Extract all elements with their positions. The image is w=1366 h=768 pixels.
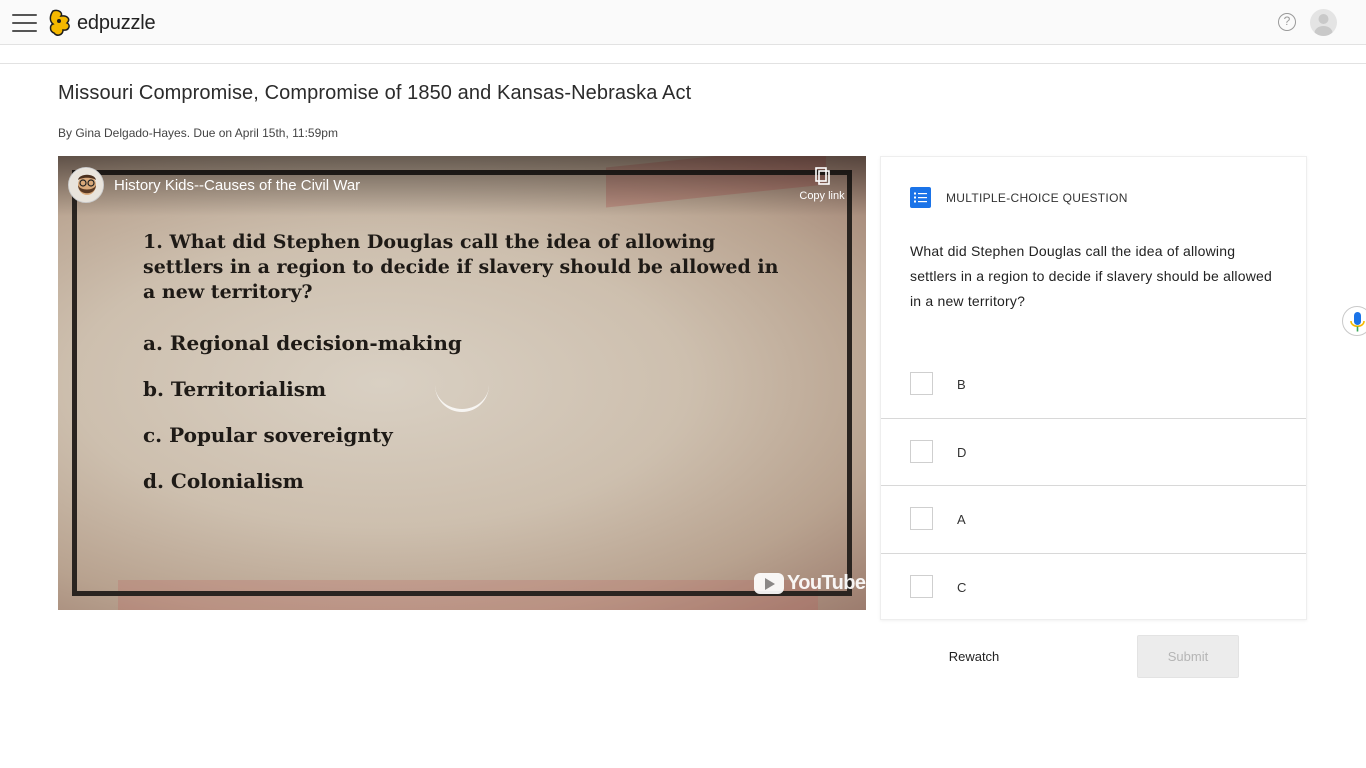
youtube-play-icon [754, 573, 784, 594]
user-silhouette-icon [1314, 14, 1333, 36]
copy-icon [815, 167, 830, 185]
answer-option[interactable]: A [881, 486, 1306, 554]
copy-link-button[interactable]: Copy link [792, 166, 852, 202]
answer-options: B D A C [881, 351, 1306, 621]
slide-question: 1. What did Stephen Douglas call the ide… [143, 231, 779, 303]
submit-button[interactable]: Submit [1137, 635, 1239, 678]
rewatch-button[interactable]: Rewatch [933, 645, 1015, 669]
copy-link-label: Copy link [799, 190, 845, 202]
sub-navigation-bar [0, 45, 1366, 64]
slide-option-c: c. Popular sovereignty [143, 423, 393, 447]
video-player[interactable]: History Kids--Causes of the Civil War Co… [58, 156, 866, 610]
top-navigation-bar: edpuzzle ? [0, 0, 1366, 45]
answer-option-label: D [957, 444, 967, 460]
question-panel: MULTIPLE-CHOICE QUESTION What did Stephe… [880, 156, 1307, 620]
answer-checkbox[interactable] [910, 574, 933, 598]
assignment-byline: By Gina Delgado-Hayes. Due on April 15th… [58, 126, 338, 140]
question-type-header: MULTIPLE-CHOICE QUESTION [910, 187, 1128, 208]
checklist-icon [910, 187, 931, 208]
slide-option-a: a. Regional decision-making [143, 331, 462, 355]
answer-checkbox[interactable] [910, 439, 933, 463]
menu-icon[interactable] [12, 12, 37, 32]
answer-option-label: B [957, 377, 966, 392]
edpuzzle-logo[interactable]: edpuzzle [49, 8, 156, 38]
answer-option-label: A [957, 512, 966, 527]
user-avatar[interactable] [1310, 9, 1337, 36]
youtube-label: YouTube [787, 572, 866, 594]
answer-option-label: C [957, 579, 967, 595]
answer-option[interactable]: B [881, 351, 1306, 419]
answer-option[interactable]: D [881, 419, 1306, 486]
video-title[interactable]: History Kids--Causes of the Civil War [114, 177, 360, 194]
channel-avatar[interactable] [68, 167, 104, 203]
answer-checkbox[interactable] [910, 507, 933, 530]
question-type-label: MULTIPLE-CHOICE QUESTION [946, 190, 1128, 205]
microphone-icon[interactable] [1342, 306, 1366, 336]
app-name: edpuzzle [77, 11, 156, 34]
assignment-title: Missouri Compromise, Compromise of 1850 … [58, 82, 692, 104]
slide-option-d: d. Colonialism [143, 469, 304, 493]
answer-checkbox[interactable] [910, 372, 933, 395]
answer-option[interactable]: C [881, 554, 1306, 622]
slide-content: 1. What did Stephen Douglas call the ide… [143, 230, 783, 493]
help-icon[interactable]: ? [1278, 13, 1296, 31]
youtube-logo[interactable]: YouTube [754, 572, 866, 595]
edpuzzle-logo-icon [49, 9, 70, 36]
question-text: What did Stephen Douglas call the idea o… [910, 243, 1272, 309]
